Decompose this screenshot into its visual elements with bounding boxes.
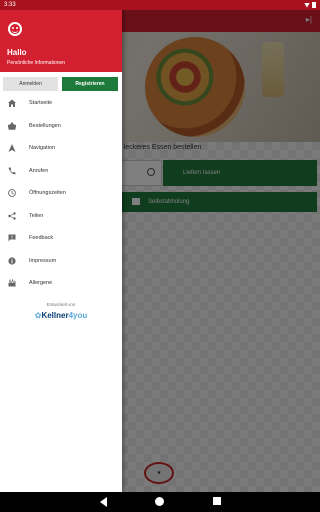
phone-icon (8, 167, 16, 175)
status-bar: 3:33 (0, 0, 320, 10)
brand-main: Kellner (41, 311, 69, 320)
menu-item-bestellungen[interactable]: Bestellungen (0, 115, 122, 138)
home-icon (8, 99, 16, 108)
personal-info-link[interactable]: Persönliche Informationen (7, 60, 65, 66)
menu-item-label: Feedback (29, 235, 54, 242)
menu-item-impressum[interactable]: Impressum (0, 250, 122, 273)
developer-credit: Entwickelt von (46, 302, 76, 307)
menu-item-label: Startseite (29, 100, 53, 107)
status-time: 3:33 (4, 2, 16, 8)
drawer-menu: Startseite Bestellungen Navigation Anruf… (0, 92, 122, 295)
menu-item-feedback[interactable]: Feedback (0, 227, 122, 250)
login-button[interactable]: Anmelden (3, 77, 58, 91)
menu-item-label: Impressum (29, 257, 57, 264)
navigation-drawer: Hallo Persönliche Informationen Anmelden… (0, 0, 122, 492)
greeting: Hallo (7, 48, 27, 57)
menu-item-teilen[interactable]: Teilen (0, 205, 122, 228)
smiley-icon (8, 22, 22, 36)
menu-item-anrufen[interactable]: Anrufen (0, 160, 122, 183)
home-nav-icon[interactable] (155, 497, 164, 506)
brand-accent: 4you (68, 311, 88, 320)
menu-item-allergene[interactable]: Allergene (0, 272, 122, 295)
system-nav-bar (0, 492, 320, 512)
battery-icon (312, 2, 316, 8)
allergens-icon (8, 279, 16, 287)
drawer-header: Hallo Persönliche Informationen (0, 0, 122, 72)
menu-item-label: Navigation (29, 145, 55, 152)
wifi-icon (304, 2, 310, 8)
menu-item-label: Teilen (29, 212, 44, 219)
clock-icon (8, 189, 16, 198)
menu-item-startseite[interactable]: Startseite (0, 92, 122, 115)
register-button[interactable]: Registrieren (62, 77, 118, 91)
menu-item-label: Allergene (29, 280, 53, 287)
menu-item-navigation[interactable]: Navigation (0, 137, 122, 160)
menu-item-label: Öffnungszeiten (29, 190, 66, 197)
basket-icon (8, 121, 16, 130)
status-icons (304, 0, 316, 10)
feedback-icon (8, 234, 16, 242)
auth-buttons: Anmelden Registrieren (0, 74, 122, 94)
menu-item-label: Anrufen (29, 167, 49, 174)
info-icon (8, 257, 16, 265)
recents-icon[interactable] (213, 497, 221, 505)
share-icon (8, 212, 16, 220)
menu-item-label: Bestellungen (29, 122, 61, 129)
kellner4you-logo[interactable]: ✿Kellner4you (0, 311, 122, 320)
navigation-arrow-icon (8, 144, 16, 153)
menu-item-oeffnungszeiten[interactable]: Öffnungszeiten (0, 182, 122, 205)
back-icon[interactable] (100, 497, 107, 507)
